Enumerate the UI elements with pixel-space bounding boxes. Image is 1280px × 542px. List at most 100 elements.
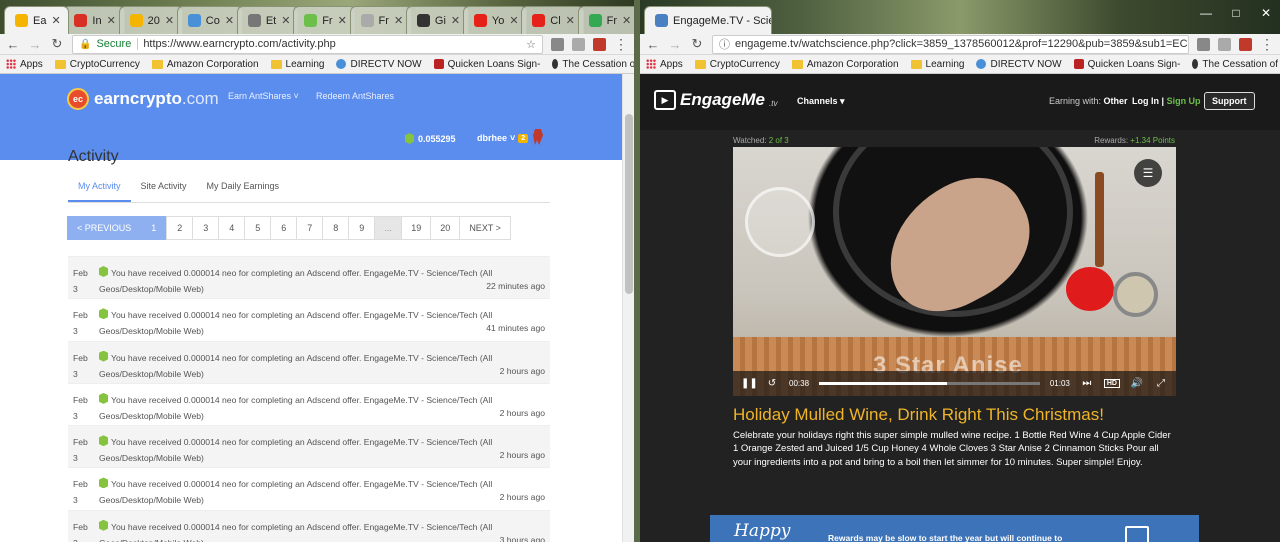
bookmark-item[interactable]: Amazon Corporation xyxy=(791,59,899,70)
support-button[interactable]: Support xyxy=(1204,92,1255,110)
browser-tab[interactable]: Et ✕ xyxy=(236,6,300,34)
address-bar[interactable]: ⓘ engageme.tv/watchscience.php?click=385… xyxy=(712,34,1189,54)
nav-earn-antshares[interactable]: Earn AntShares ˅ xyxy=(228,91,299,101)
seek-bar[interactable] xyxy=(819,382,1040,385)
extension-reader-icon[interactable] xyxy=(572,37,585,51)
site-logo[interactable]: ▶ EngageMe .tv xyxy=(654,90,777,110)
nav-redeem-antshares[interactable]: Redeem AntShares xyxy=(316,91,394,101)
browser-tab[interactable]: Cl ✕ xyxy=(521,6,584,34)
browser-tab[interactable]: Ea ✕ xyxy=(4,6,70,34)
extension-reader-icon[interactable] xyxy=(1218,37,1231,51)
menu-icon[interactable]: ⋮ xyxy=(614,37,628,51)
browser-tab[interactable]: Fr ✕ xyxy=(349,6,412,34)
close-tab-icon[interactable]: ✕ xyxy=(451,14,460,27)
user-menu[interactable]: dbrhee ˅ 2 xyxy=(477,133,529,143)
browser-tab[interactable]: Fr ✕ xyxy=(577,6,634,34)
tab-my-daily-earnings[interactable]: My Daily Earnings xyxy=(197,174,290,202)
close-tab-icon[interactable]: ✕ xyxy=(509,14,518,27)
close-tab-icon[interactable]: ✕ xyxy=(566,14,575,27)
bookmark-item[interactable]: Quicken Loans Sign- xyxy=(433,59,540,70)
tab-my-activity[interactable]: My Activity xyxy=(68,174,131,202)
minimize-icon[interactable]: — xyxy=(1198,6,1214,20)
tab-engageme[interactable]: EngageMe.TV - Scien 🔈 ✕ xyxy=(644,6,772,34)
pause-icon[interactable]: ❚❚ xyxy=(741,378,758,389)
browser-tab[interactable]: Co ✕ xyxy=(176,6,243,34)
activity-row: Feb 3 You have received 0.000014 neo for … xyxy=(68,467,550,509)
bookmark-item[interactable]: DIRECTV NOW xyxy=(976,59,1062,70)
page-button[interactable]: 19 xyxy=(401,216,432,240)
next-page-button[interactable]: NEXT > xyxy=(459,216,511,240)
browser-tab[interactable]: 20 ✕ xyxy=(118,6,183,34)
bookmark-star-icon[interactable]: ☆ xyxy=(526,38,536,51)
page-button[interactable]: 20 xyxy=(430,216,461,240)
page-button[interactable]: 7 xyxy=(296,216,324,240)
folder-icon xyxy=(151,59,163,69)
page-button[interactable]: 6 xyxy=(270,216,298,240)
browser-toolbar: ← → ↻ 🔒 Secure https://www.earncrypto.co… xyxy=(0,34,634,55)
page-scrollbar[interactable] xyxy=(622,74,634,542)
close-tab-icon[interactable]: ✕ xyxy=(51,14,60,27)
extension-pocket-icon[interactable] xyxy=(593,37,606,51)
previous-page-button[interactable]: < PREVIOUS xyxy=(67,216,142,240)
maximize-icon[interactable]: □ xyxy=(1228,6,1244,20)
site-logo[interactable]: ec earncrypto.com xyxy=(67,88,219,110)
activity-date: Feb 3 xyxy=(73,437,88,464)
reload-button[interactable]: ↻ xyxy=(690,36,704,52)
hd-toggle[interactable]: HD xyxy=(1103,379,1120,388)
bookmark-item[interactable]: Apps xyxy=(646,59,683,70)
page-button[interactable]: 2 xyxy=(166,216,194,240)
forward-button[interactable]: → xyxy=(28,37,42,52)
page-button[interactable]: 9 xyxy=(348,216,376,240)
browser-tab[interactable]: Gi ✕ xyxy=(405,6,469,34)
bookmark-item[interactable]: CryptoCurrency xyxy=(54,59,140,70)
browser-tab[interactable]: Yo ✕ xyxy=(462,6,528,34)
tab-site-activity[interactable]: Site Activity xyxy=(131,174,197,202)
back-button[interactable]: ← xyxy=(6,37,20,52)
page-button[interactable]: 8 xyxy=(322,216,350,240)
close-tab-icon[interactable]: ✕ xyxy=(338,14,347,27)
extension-camera-icon[interactable] xyxy=(1197,37,1210,51)
address-bar[interactable]: 🔒 Secure https://www.earncrypto.com/acti… xyxy=(72,34,543,54)
close-tab-icon[interactable]: ✕ xyxy=(165,14,174,27)
fullscreen-icon[interactable]: ⤢ xyxy=(1154,378,1168,389)
bookmark-item[interactable]: The Cessation of the xyxy=(1192,59,1280,70)
bookmark-item[interactable]: Learning xyxy=(270,59,324,70)
close-tab-icon[interactable]: ✕ xyxy=(281,14,290,27)
close-tab-icon[interactable]: ✕ xyxy=(225,14,234,27)
close-tab-icon[interactable]: ✕ xyxy=(394,14,403,27)
bookmark-item[interactable]: CryptoCurrency xyxy=(694,59,780,70)
close-tab-icon[interactable]: ✕ xyxy=(622,14,631,27)
signup-link[interactable]: Sign Up xyxy=(1167,96,1201,106)
page-button[interactable]: 5 xyxy=(244,216,272,240)
bookmark-item[interactable]: Apps xyxy=(6,59,43,70)
video-player[interactable]: 3 Star Anise ☰ ❚❚ ↺ 00:38 01:03 ⏭ HD 🔊 ⤢ xyxy=(733,147,1176,396)
page-button[interactable]: 4 xyxy=(218,216,246,240)
promo-banner[interactable]: Happy Rewards may be slow to start the y… xyxy=(710,515,1199,542)
close-window-icon[interactable]: ✕ xyxy=(1258,6,1274,20)
bookmark-item[interactable]: Quicken Loans Sign- xyxy=(1073,59,1180,70)
bookmark-item[interactable]: Amazon Corporation xyxy=(151,59,259,70)
next-icon[interactable]: ⏭ xyxy=(1080,378,1094,389)
forward-button[interactable]: → xyxy=(668,37,682,52)
browser-tab[interactable]: In ✕ xyxy=(63,6,125,34)
page-button[interactable]: 3 xyxy=(192,216,220,240)
bookmark-item[interactable]: The Cessation of the xyxy=(552,59,634,70)
bookmark-item[interactable]: Learning xyxy=(910,59,964,70)
bookmark-item[interactable]: DIRECTV NOW xyxy=(336,59,422,70)
extension-pocket-icon[interactable] xyxy=(1239,37,1252,51)
neo-icon xyxy=(99,519,108,531)
promo-script-text: Happy xyxy=(734,521,791,541)
rewind-10-icon[interactable]: ↺ xyxy=(765,378,779,389)
menu-icon[interactable]: ⋮ xyxy=(1260,37,1274,51)
browser-tab[interactable]: Fr ✕ xyxy=(293,6,356,34)
volume-icon[interactable]: 🔊 xyxy=(1130,378,1144,389)
login-link[interactable]: Log In xyxy=(1132,96,1159,106)
channels-menu[interactable]: Channels ▾ xyxy=(797,96,845,107)
playlist-icon[interactable]: ☰ xyxy=(1134,159,1162,187)
close-tab-icon[interactable]: ✕ xyxy=(107,14,116,27)
video-frame-glass xyxy=(745,187,815,257)
current-page-button[interactable]: 1 xyxy=(140,216,168,240)
reload-button[interactable]: ↻ xyxy=(50,36,64,52)
back-button[interactable]: ← xyxy=(646,37,660,52)
extension-camera-icon[interactable] xyxy=(551,37,564,51)
